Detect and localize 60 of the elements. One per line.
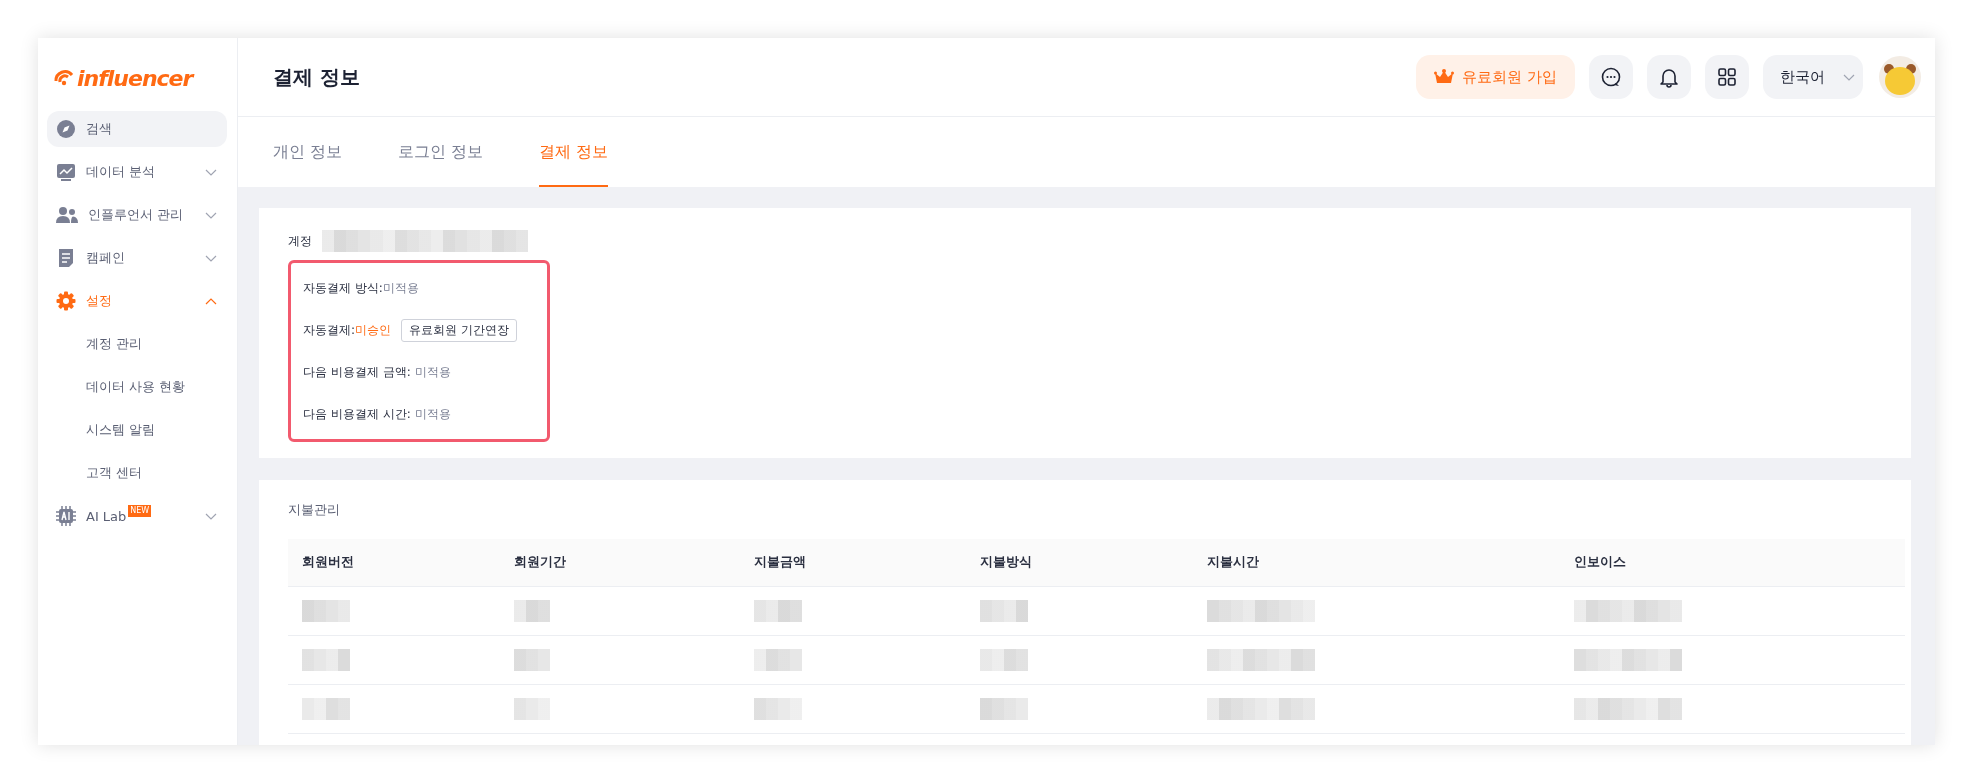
chevron-down-icon	[205, 512, 217, 520]
billing-info: 자동결제:미승인	[303, 321, 392, 339]
apps-button[interactable]	[1705, 55, 1749, 99]
blurred-text	[513, 698, 550, 720]
billing-info: 자동결제 방식:미적용	[303, 279, 419, 297]
chart-icon	[56, 162, 76, 182]
chevron-up-icon	[205, 297, 217, 305]
column-header: 지불방식	[966, 539, 1193, 587]
column-header: 인보이스	[1560, 539, 1905, 587]
blurred-text	[302, 600, 350, 622]
column-header: 지불금액	[740, 539, 967, 587]
blurred-text	[754, 698, 803, 720]
gear-icon	[56, 291, 76, 311]
extend-button[interactable]: 유료회원 기간연장	[401, 318, 517, 342]
document-icon	[56, 248, 76, 268]
blurred-text	[980, 600, 1029, 622]
sidebar-subitem[interactable]: 계정 관리	[47, 326, 227, 362]
sidebar-item[interactable]: 데이터 분석	[47, 154, 227, 190]
sidebar-item[interactable]: 검색	[47, 111, 227, 147]
column-header: 지불시간	[1192, 539, 1561, 587]
blurred-text	[302, 649, 350, 671]
logo-text: influencer	[77, 66, 193, 91]
billing-info: 다음 비용결제 시간: 미적용	[303, 405, 451, 423]
chevron-down-icon	[205, 168, 217, 176]
crown-icon	[1434, 69, 1455, 85]
blurred-text	[513, 600, 550, 622]
blurred-text	[754, 600, 803, 622]
tab[interactable]: 로그인 정보	[398, 117, 484, 187]
column-header: 회원기간	[499, 539, 741, 587]
sidebar-item[interactable]: 캠페인	[47, 240, 227, 276]
apps-icon	[1716, 66, 1738, 88]
blurred-text	[513, 649, 550, 671]
sidebar-item[interactable]: AI Lab NEW	[47, 498, 227, 534]
chat-icon	[1600, 66, 1622, 88]
chevron-down-icon	[205, 254, 217, 262]
notification-button[interactable]	[1647, 55, 1691, 99]
blurred-text	[980, 649, 1029, 671]
language-dropdown[interactable]: 한국어	[1763, 55, 1863, 99]
section-title: 지불관리	[288, 502, 340, 519]
new-badge: NEW	[128, 504, 152, 517]
sidebar-subitem[interactable]: 고객 센터	[47, 455, 227, 491]
column-header: 회원버전	[288, 539, 500, 587]
avatar[interactable]	[1879, 56, 1921, 98]
blurred-text	[980, 698, 1029, 720]
field-label: 계정	[288, 232, 312, 250]
sidebar-item[interactable]: 인플루언서 관리	[47, 197, 227, 233]
chevron-down-icon	[205, 211, 217, 219]
tab[interactable]: 개인 정보	[273, 117, 343, 187]
blurred-text	[754, 649, 803, 671]
people-icon	[56, 205, 78, 225]
page-title: 결제 정보	[273, 63, 361, 91]
compass-icon	[56, 119, 76, 139]
chevron-down-icon	[1842, 73, 1855, 81]
chip-icon	[56, 506, 76, 526]
chat-button[interactable]	[1589, 55, 1633, 99]
blurred-text	[302, 698, 350, 720]
sidebar-subitem[interactable]: 데이터 사용 현황	[47, 369, 227, 405]
sidebar-subitem[interactable]: 시스템 알림	[47, 412, 227, 448]
bell-icon	[1658, 66, 1680, 88]
billing-info: 다음 비용결제 금액: 미적용	[303, 363, 451, 381]
